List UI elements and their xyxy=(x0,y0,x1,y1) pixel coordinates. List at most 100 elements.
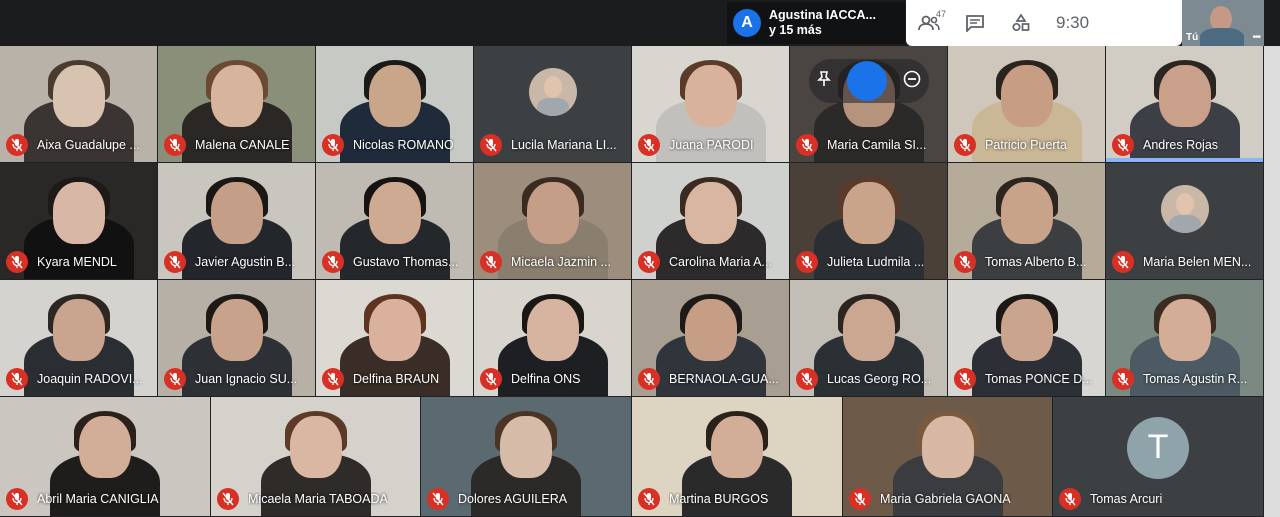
participant-avatar xyxy=(528,68,577,116)
participant-tile[interactable]: Gustavo Thomas... xyxy=(316,163,474,280)
participant-tile[interactable]: Lucas Georg RO... xyxy=(790,280,948,397)
remove-icon[interactable] xyxy=(903,70,921,93)
participant-tile[interactable]: Maria Gabriela GAONA xyxy=(843,397,1053,517)
participant-name: Tomas Alberto B... xyxy=(985,255,1087,269)
self-label: Tú xyxy=(1186,32,1199,43)
participant-tile[interactable]: Delfina BRAUN xyxy=(316,280,474,397)
mic-off-icon xyxy=(164,251,186,273)
participant-name: Dolores AGUILERA xyxy=(458,492,568,506)
participant-tile[interactable]: Andres Rojas xyxy=(1106,46,1264,163)
self-view-tile[interactable]: Tú ••• xyxy=(1182,0,1264,46)
participant-name: Kyara MENDL xyxy=(37,255,117,269)
mic-off-icon xyxy=(638,368,660,390)
participant-nameplate: Tomas Agustin R... xyxy=(1112,368,1247,390)
participant-name: Julieta Ludmila ... xyxy=(827,255,925,269)
participant-tile[interactable]: Lucila Mariana LI... xyxy=(474,46,632,163)
participant-face xyxy=(842,298,895,361)
participant-tile[interactable]: Dolores AGUILERA xyxy=(421,397,632,517)
participant-name: Lucila Mariana LI... xyxy=(511,138,617,152)
mic-off-icon xyxy=(638,251,660,273)
participant-tile[interactable]: Micaela Maria TABOADA xyxy=(211,397,421,517)
mic-off-icon xyxy=(796,251,818,273)
participant-tile[interactable]: Abril Maria CANIGLIA xyxy=(0,397,211,517)
mic-off-icon xyxy=(1059,488,1081,510)
participant-nameplate: Carolina Maria A... xyxy=(638,251,772,273)
presenter-more: y 15 más xyxy=(769,23,822,37)
participant-name: BERNAOLA-GUA... xyxy=(669,372,779,386)
participant-tile[interactable]: Patricio Puerta xyxy=(948,46,1106,163)
participant-tile[interactable]: Juan Ignacio SU... xyxy=(158,280,316,397)
participant-face xyxy=(210,181,263,244)
participant-face xyxy=(210,298,263,361)
participant-nameplate: Juan Ignacio SU... xyxy=(164,368,297,390)
participant-tile[interactable]: Aixa Guadalupe ... xyxy=(0,46,158,163)
meeting-clock: 9:30 xyxy=(1056,13,1090,32)
participant-tile[interactable]: Carolina Maria A... xyxy=(632,163,790,280)
participant-tile[interactable]: Maria Belen MEN... xyxy=(1106,163,1264,280)
participant-grid: Aixa Guadalupe ... Malena CANALE Nicolas R… xyxy=(0,46,1264,517)
scrollbar[interactable] xyxy=(1264,46,1280,517)
mic-off-icon xyxy=(638,134,660,156)
participant-name: Lucas Georg RO... xyxy=(827,372,932,386)
participant-avatar xyxy=(1160,185,1209,233)
participant-face xyxy=(684,64,737,127)
more-options-icon[interactable]: ••• xyxy=(1252,32,1260,43)
participant-tile[interactable]: Tomas PONCE D... xyxy=(948,280,1106,397)
participant-nameplate: Andres Rojas xyxy=(1112,134,1218,156)
meet-window: A Agustina IACCA... y 15 más 47 9:30 Tú … xyxy=(0,0,1280,517)
participant-tile[interactable]: Kyara MENDL xyxy=(0,163,158,280)
participant-nameplate: Maria Gabriela GAONA xyxy=(849,488,1011,510)
activities-button[interactable] xyxy=(998,3,1044,43)
mute-for-all-button[interactable] xyxy=(846,61,887,101)
participant-tile[interactable]: Juana PARODI xyxy=(632,46,790,163)
participant-tile[interactable]: BERNAOLA-GUA... xyxy=(632,280,790,397)
participant-tile[interactable]: Martina BURGOS xyxy=(632,397,843,517)
participant-tile[interactable]: Javier Agustin B... xyxy=(158,163,316,280)
participant-face xyxy=(368,298,421,361)
participant-face xyxy=(1158,298,1211,361)
participant-name: Patricio Puerta xyxy=(985,138,1067,152)
participant-nameplate: Martina BURGOS xyxy=(638,488,768,510)
top-bar: A Agustina IACCA... y 15 más 47 9:30 Tú … xyxy=(0,0,1280,46)
participant-nameplate: Gustavo Thomas... xyxy=(322,251,458,273)
pin-icon[interactable] xyxy=(816,70,831,92)
participant-tile[interactable]: Tomas Alberto B... xyxy=(948,163,1106,280)
mic-off-icon xyxy=(796,368,818,390)
participant-tile[interactable]: Delfina ONS xyxy=(474,280,632,397)
participant-name: Micaela Jazmin ... xyxy=(511,255,612,269)
chat-button[interactable] xyxy=(952,3,998,43)
participant-nameplate: Delfina BRAUN xyxy=(322,368,439,390)
participant-tile[interactable]: Micaela Jazmin ... xyxy=(474,163,632,280)
participant-nameplate: Patricio Puerta xyxy=(954,134,1067,156)
participant-nameplate: Delfina ONS xyxy=(480,368,580,390)
participant-face xyxy=(368,64,421,127)
participant-nameplate: Javier Agustin B... xyxy=(164,251,295,273)
participant-tile[interactable]: Nicolas ROMANO xyxy=(316,46,474,163)
participant-tile[interactable]: Malena CANALE xyxy=(158,46,316,163)
participant-tile[interactable]: Tomas Agustin R... xyxy=(1106,280,1264,397)
presenter-chip[interactable]: A Agustina IACCA... y 15 más xyxy=(727,2,905,44)
participant-name: Gustavo Thomas... xyxy=(353,255,459,269)
participant-face xyxy=(79,416,131,479)
mic-off-icon xyxy=(6,251,28,273)
participants-button[interactable]: 47 xyxy=(906,3,952,43)
participant-avatar: T xyxy=(1127,416,1189,479)
mic-off-icon xyxy=(480,368,502,390)
participant-face xyxy=(52,298,105,361)
participant-face xyxy=(1000,181,1053,244)
participant-tile[interactable]: Maria Camila SI... xyxy=(790,46,948,163)
participant-face xyxy=(684,181,737,244)
participant-name: Tomas Arcuri xyxy=(1090,492,1163,506)
chat-icon xyxy=(966,15,984,32)
participant-face xyxy=(52,64,105,127)
participant-tile[interactable]: Julieta Ludmila ... xyxy=(790,163,948,280)
participant-face xyxy=(1000,298,1053,361)
participant-name: Andres Rojas xyxy=(1143,138,1219,152)
participant-face xyxy=(684,298,737,361)
participant-tile[interactable]: Joaquin RADOVI... xyxy=(0,280,158,397)
participant-name: Maria Gabriela GAONA xyxy=(880,492,1011,506)
mic-off-icon xyxy=(1112,251,1134,273)
participant-tile[interactable]: T Tomas Arcuri xyxy=(1053,397,1264,517)
participant-nameplate: Maria Belen MEN... xyxy=(1112,251,1251,273)
participant-face xyxy=(1158,64,1211,127)
